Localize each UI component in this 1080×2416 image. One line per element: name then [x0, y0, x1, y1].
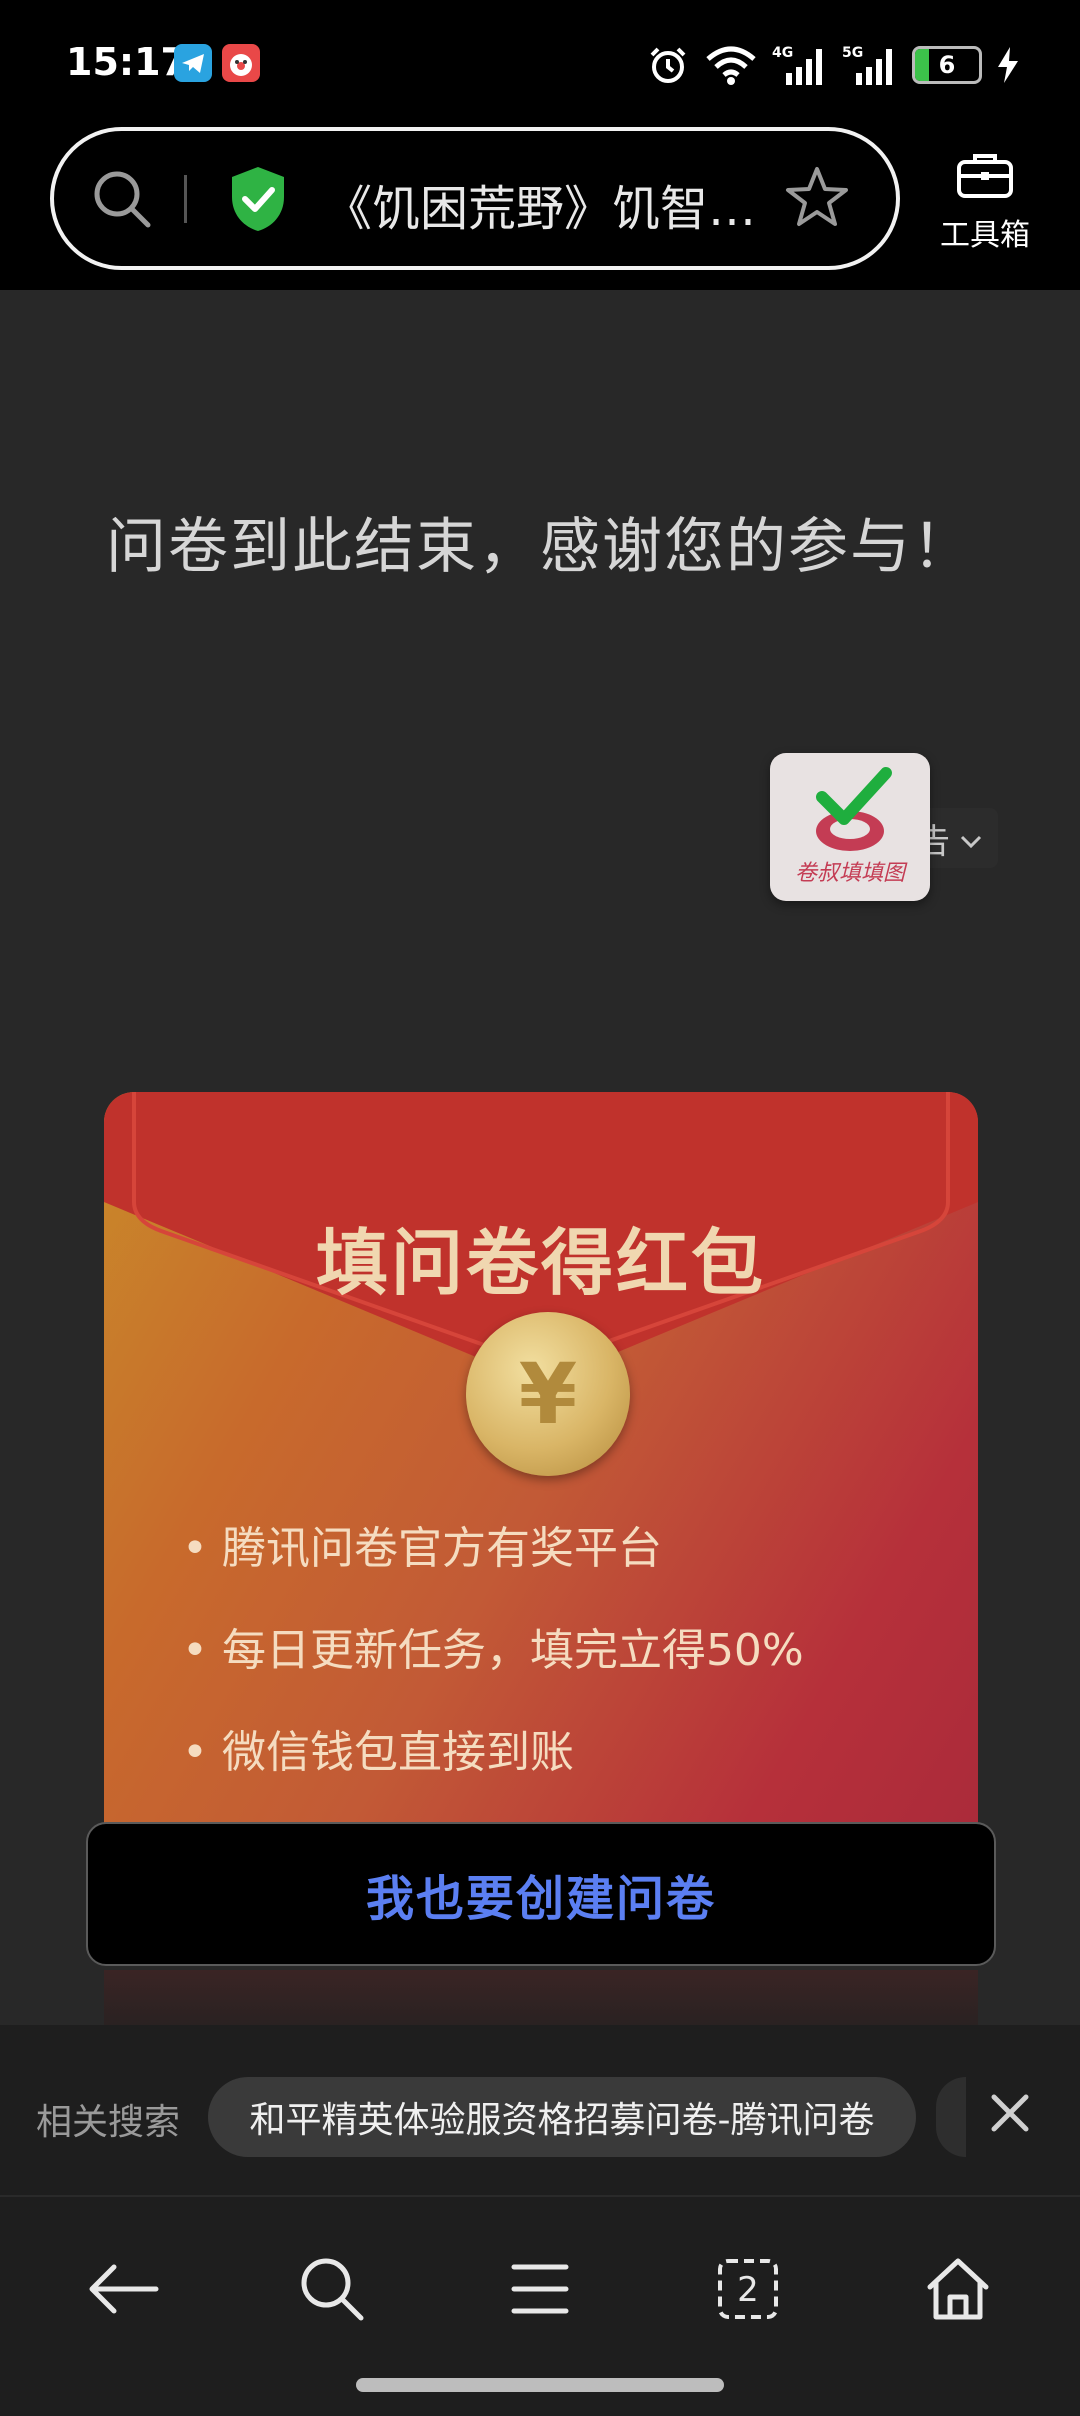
coin-icon: ¥: [466, 1312, 630, 1476]
back-icon: [84, 2259, 160, 2323]
search-icon[interactable]: [90, 167, 154, 235]
coin-symbol: ¥: [518, 1345, 578, 1443]
page-title-in-address-bar[interactable]: 《饥困荒野》饥智…: [324, 169, 794, 239]
shield-check-icon[interactable]: [226, 163, 290, 239]
address-bar[interactable]: 《饥困荒野》饥智…: [50, 127, 900, 270]
ad-bullet: • 腾讯问卷官方有奖平台: [182, 1523, 662, 1574]
related-search-bar: 相关搜索 和平精英体验服资格招募问卷-腾讯问卷: [0, 2025, 1080, 2195]
home-button[interactable]: [908, 2241, 1008, 2341]
charging-icon: [996, 45, 1020, 85]
status-time: 15:17: [66, 40, 187, 84]
status-icons: 4G 5G 6: [646, 40, 1020, 90]
ad-banner-bottom: [104, 1970, 978, 2025]
battery-level: 6: [938, 51, 956, 79]
ad-bullet: • 微信钱包直接到账: [182, 1727, 574, 1778]
address-divider: [184, 175, 187, 223]
home-indicator[interactable]: [356, 2378, 724, 2392]
create-survey-button[interactable]: 我也要创建问卷: [86, 1822, 996, 1966]
survey-logo-badge: 卷叔填填图: [770, 753, 930, 901]
wifi-icon: [704, 43, 758, 87]
page-content: 问卷到此结束，感谢您的参与！ 广告 填问卷得红包 ¥ • 腾讯问卷官方有奖平台 …: [0, 290, 1080, 2025]
alarm-icon: [646, 43, 690, 87]
close-icon[interactable]: [988, 2091, 1032, 2139]
tabs-icon: 2: [716, 2257, 780, 2325]
ad-banner[interactable]: 填问卷得红包 ¥ • 腾讯问卷官方有奖平台 • 每日更新任务，填完立得50% •…: [104, 1092, 978, 1887]
star-icon[interactable]: [782, 163, 852, 237]
related-search-chip[interactable]: 和平精英体验服资格招募问卷-腾讯问卷: [208, 2077, 916, 2157]
ad-title: 填问卷得红包: [315, 1221, 766, 1305]
search-button[interactable]: [282, 2241, 382, 2341]
toolbox-label: 工具箱: [940, 218, 1030, 253]
tab-count: 2: [737, 2270, 759, 2310]
toolbox-icon: [955, 154, 1015, 204]
back-button[interactable]: [72, 2241, 172, 2341]
chevron-down-icon: [960, 818, 982, 858]
signal-5g-icon: 5G: [842, 43, 898, 87]
tabs-button[interactable]: 2: [698, 2241, 798, 2341]
ad-bullet-list: • 腾讯问卷官方有奖平台 • 每日更新任务，填完立得50% • 微信钱包直接到账: [182, 1512, 804, 1818]
battery-icon: 6: [912, 46, 982, 84]
toolbox-button[interactable]: 工具箱: [920, 150, 1050, 254]
related-search-label: 相关搜索: [36, 2102, 181, 2143]
home-icon: [924, 2255, 992, 2327]
signal-4g-icon: 4G: [772, 43, 828, 87]
telegram-icon: [174, 44, 212, 82]
menu-icon: [510, 2261, 570, 2321]
search-icon: [297, 2254, 367, 2328]
clown-app-icon: [222, 44, 260, 82]
menu-button[interactable]: [490, 2241, 590, 2341]
badge-text: 卷叔填填图: [794, 861, 905, 886]
ad-bullet: • 每日更新任务，填完立得50%: [182, 1625, 804, 1676]
checkmark-logo-icon: [816, 767, 892, 851]
related-search-chip-next[interactable]: [936, 2077, 966, 2157]
network-label-5g: 5G: [842, 45, 863, 61]
thanks-message: 问卷到此结束，感谢您的参与！: [106, 512, 974, 582]
status-bar: 15:17 4G 5G 6: [0, 0, 1080, 130]
network-label-4g: 4G: [772, 45, 793, 61]
